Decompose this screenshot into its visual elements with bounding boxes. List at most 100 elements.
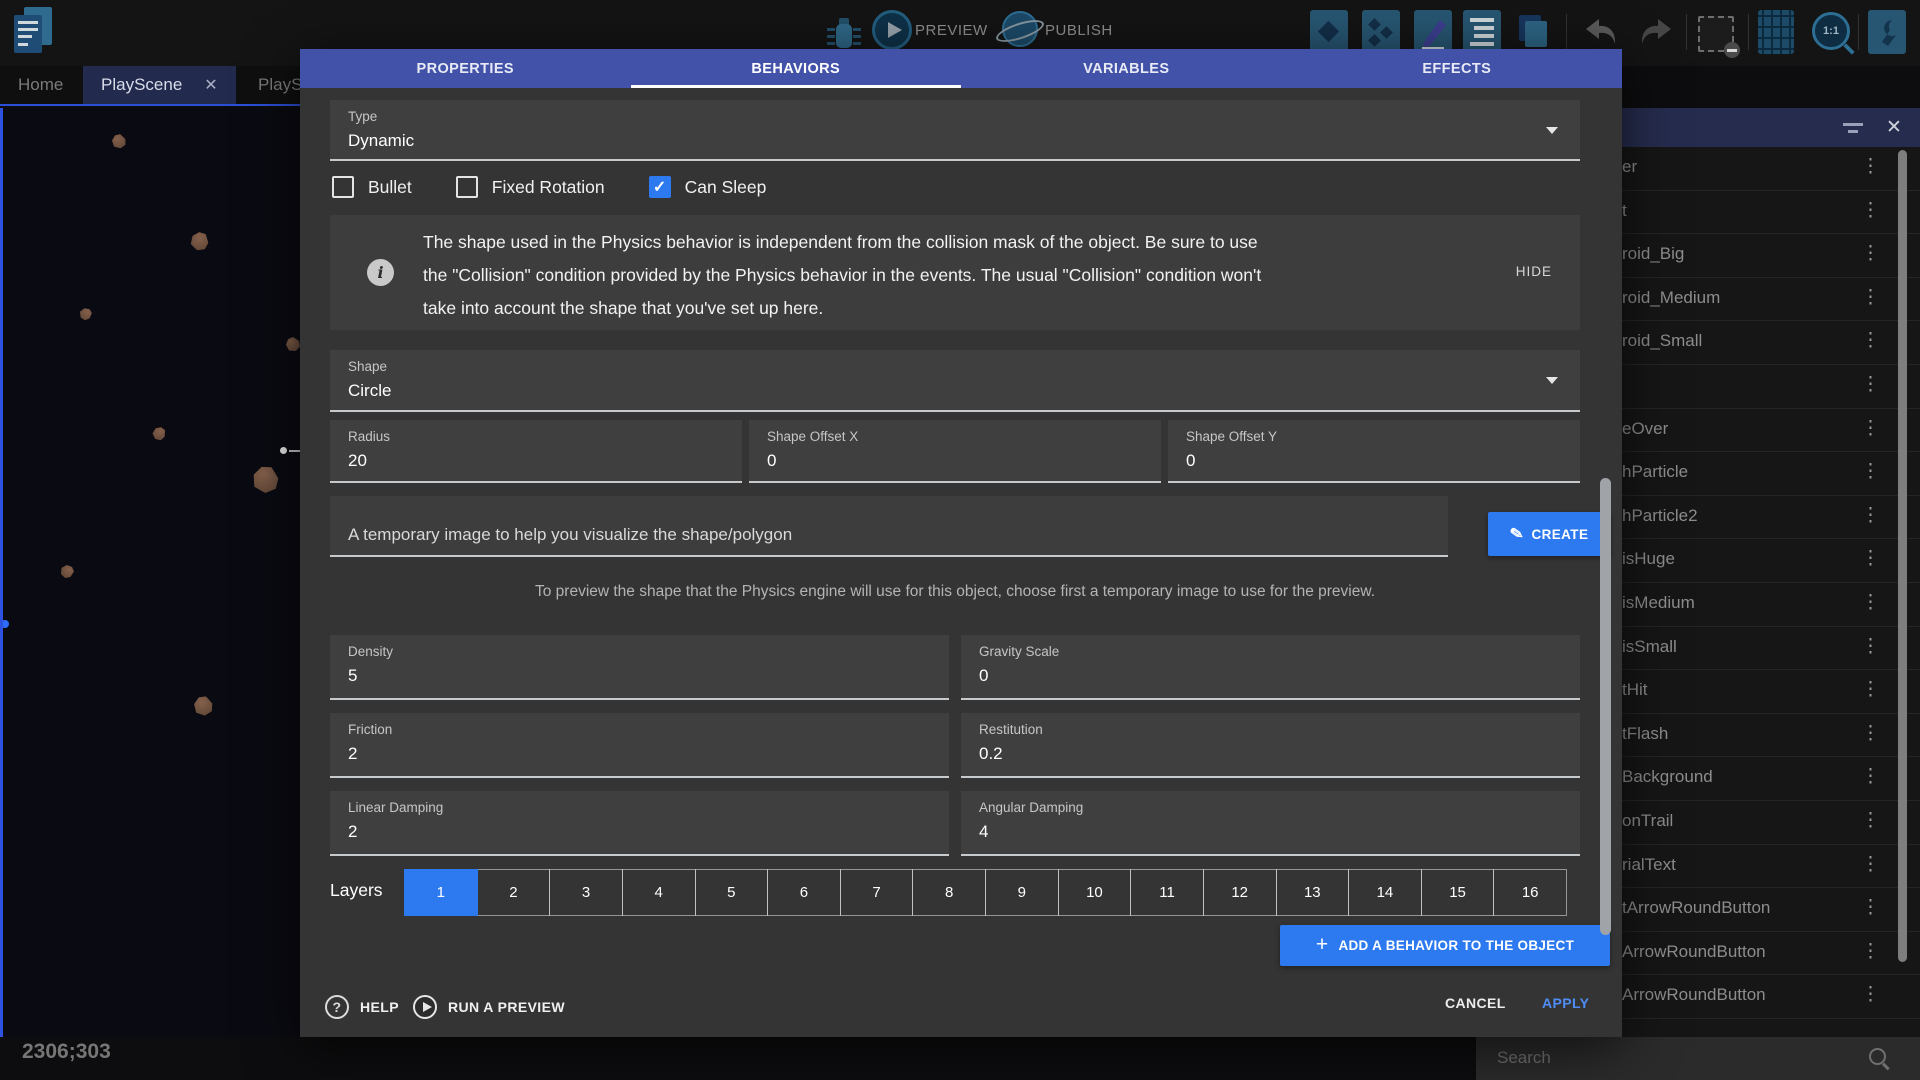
item-menu-icon[interactable]: ⋮ bbox=[1861, 504, 1880, 527]
publish-button[interactable]: PUBLISH bbox=[1045, 22, 1113, 39]
debug-icon[interactable] bbox=[827, 16, 861, 52]
search-bar[interactable]: Search bbox=[1476, 1037, 1920, 1080]
temporary-image-field[interactable]: A temporary image to help you visualize … bbox=[330, 496, 1448, 557]
layer-option-16[interactable]: 16 bbox=[1493, 869, 1567, 916]
density-field[interactable]: Density5 bbox=[330, 635, 949, 700]
info-line: the "Collision" condition provided by th… bbox=[423, 259, 1513, 292]
item-menu-icon[interactable]: ⋮ bbox=[1861, 722, 1880, 745]
setup-wrench-icon[interactable] bbox=[1868, 10, 1906, 54]
checkbox-group-bullet[interactable]: Bullet bbox=[332, 176, 412, 198]
project-manager-icon[interactable] bbox=[14, 7, 54, 53]
edit-scene-icon[interactable] bbox=[1414, 10, 1452, 54]
apply-button[interactable]: APPLY bbox=[1542, 995, 1589, 1011]
item-menu-icon[interactable]: ⋮ bbox=[1861, 460, 1880, 483]
publish-icon[interactable] bbox=[1002, 11, 1038, 47]
canvas-edge-handle[interactable] bbox=[1, 620, 9, 628]
run-preview-button[interactable]: RUN A PREVIEW bbox=[413, 995, 565, 1019]
shape-offset-x-field[interactable]: Shape Offset X0 bbox=[749, 420, 1161, 483]
layer-option-12[interactable]: 12 bbox=[1203, 869, 1277, 916]
layer-option-14[interactable]: 14 bbox=[1348, 869, 1422, 916]
fixed-rotation-checkbox[interactable] bbox=[456, 176, 478, 198]
item-menu-icon[interactable]: ⋮ bbox=[1861, 373, 1880, 396]
angular-damping-field[interactable]: Angular Damping4 bbox=[961, 791, 1580, 856]
layer-option-7[interactable]: 7 bbox=[840, 869, 914, 916]
item-menu-icon[interactable]: ⋮ bbox=[1861, 809, 1880, 832]
tab-playscene-2[interactable]: PlayS bbox=[240, 66, 300, 104]
item-menu-icon[interactable]: ⋮ bbox=[1861, 242, 1880, 265]
layer-option-4[interactable]: 4 bbox=[622, 869, 696, 916]
objects-group-icon[interactable] bbox=[1362, 10, 1400, 54]
mask-selection-icon[interactable] bbox=[1698, 16, 1734, 52]
gravity-scale-field[interactable]: Gravity Scale0 bbox=[961, 635, 1580, 700]
grid-icon[interactable] bbox=[1758, 10, 1794, 54]
layer-option-15[interactable]: 15 bbox=[1421, 869, 1495, 916]
scene-canvas[interactable] bbox=[0, 108, 303, 1037]
preview-icon[interactable] bbox=[872, 10, 912, 50]
item-menu-icon[interactable]: ⋮ bbox=[1861, 635, 1880, 658]
panel-scrollbar[interactable] bbox=[1898, 150, 1907, 962]
selection-handle[interactable] bbox=[280, 447, 287, 454]
dialog-tab-variables[interactable]: VARIABLES bbox=[961, 49, 1292, 88]
friction-field[interactable]: Friction2 bbox=[330, 713, 949, 778]
tab-home[interactable]: Home bbox=[0, 66, 81, 104]
can-sleep-checkbox[interactable]: ✓ bbox=[649, 176, 671, 198]
layers-selector: 12345678910111213141516 bbox=[405, 869, 1567, 916]
events-list-icon[interactable] bbox=[1463, 10, 1501, 54]
linear-damping-field[interactable]: Linear Damping2 bbox=[330, 791, 949, 856]
item-menu-icon[interactable]: ⋮ bbox=[1861, 155, 1880, 178]
cancel-button[interactable]: CANCEL bbox=[1445, 995, 1506, 1011]
item-menu-icon[interactable]: ⋮ bbox=[1861, 896, 1880, 919]
layer-option-3[interactable]: 3 bbox=[549, 869, 623, 916]
preview-button[interactable]: PREVIEW bbox=[915, 22, 988, 39]
object-name: roid_Big bbox=[1622, 244, 1684, 264]
shape-offset-y-field[interactable]: Shape Offset Y0 bbox=[1168, 420, 1580, 483]
item-menu-icon[interactable]: ⋮ bbox=[1861, 199, 1880, 222]
dialog-tab-behaviors[interactable]: BEHAVIORS bbox=[631, 49, 962, 88]
checkbox-group-can-sleep[interactable]: ✓Can Sleep bbox=[649, 176, 767, 198]
layer-option-2[interactable]: 2 bbox=[477, 869, 551, 916]
close-tab-icon[interactable]: ✕ bbox=[204, 75, 217, 95]
checkbox-group-fixed-rotation[interactable]: Fixed Rotation bbox=[456, 176, 605, 198]
dialog-tab-properties[interactable]: PROPERTIES bbox=[300, 49, 631, 88]
layers-icon[interactable] bbox=[1514, 10, 1552, 54]
filter-icon[interactable] bbox=[1843, 121, 1864, 135]
layer-option-11[interactable]: 11 bbox=[1130, 869, 1204, 916]
zoom-1-1-icon[interactable]: 1:1 bbox=[1812, 12, 1850, 50]
item-menu-icon[interactable]: ⋮ bbox=[1861, 286, 1880, 309]
layer-option-5[interactable]: 5 bbox=[695, 869, 769, 916]
layer-option-8[interactable]: 8 bbox=[912, 869, 986, 916]
layer-option-6[interactable]: 6 bbox=[767, 869, 841, 916]
layer-option-9[interactable]: 9 bbox=[985, 869, 1059, 916]
layer-option-13[interactable]: 13 bbox=[1276, 869, 1350, 916]
create-button[interactable]: ✎ CREATE bbox=[1488, 512, 1610, 556]
item-menu-icon[interactable]: ⋮ bbox=[1861, 417, 1880, 440]
shape-dropdown[interactable]: Shape Circle bbox=[330, 350, 1580, 412]
item-menu-icon[interactable]: ⋮ bbox=[1861, 765, 1880, 788]
item-menu-icon[interactable]: ⋮ bbox=[1861, 983, 1880, 1006]
hide-button[interactable]: HIDE bbox=[1516, 264, 1552, 279]
item-menu-icon[interactable]: ⋮ bbox=[1861, 853, 1880, 876]
item-menu-icon[interactable]: ⋮ bbox=[1861, 547, 1880, 570]
object-name: rialText bbox=[1622, 855, 1676, 875]
redo-icon[interactable] bbox=[1637, 16, 1675, 48]
close-panel-icon[interactable]: ✕ bbox=[1886, 116, 1902, 139]
tab-playscene[interactable]: PlayScene ✕ bbox=[83, 66, 236, 104]
layer-option-1[interactable]: 1 bbox=[404, 869, 478, 916]
help-button[interactable]: ? HELP bbox=[325, 995, 399, 1019]
dialog-scrollbar[interactable] bbox=[1600, 478, 1611, 935]
restitution-field[interactable]: Restitution0.2 bbox=[961, 713, 1580, 778]
plus-icon: + bbox=[1316, 933, 1329, 957]
item-menu-icon[interactable]: ⋮ bbox=[1861, 678, 1880, 701]
search-input[interactable]: Search bbox=[1497, 1048, 1551, 1068]
type-dropdown[interactable]: Type Dynamic bbox=[330, 100, 1580, 161]
undo-icon[interactable] bbox=[1582, 16, 1620, 48]
item-menu-icon[interactable]: ⋮ bbox=[1861, 329, 1880, 352]
object-icon[interactable] bbox=[1310, 10, 1348, 54]
dialog-tab-effects[interactable]: EFFECTS bbox=[1292, 49, 1623, 88]
item-menu-icon[interactable]: ⋮ bbox=[1861, 940, 1880, 963]
radius-field[interactable]: Radius20 bbox=[330, 420, 742, 483]
item-menu-icon[interactable]: ⋮ bbox=[1861, 591, 1880, 614]
bullet-checkbox[interactable] bbox=[332, 176, 354, 198]
layer-option-10[interactable]: 10 bbox=[1058, 869, 1132, 916]
add-behavior-button[interactable]: + ADD A BEHAVIOR TO THE OBJECT bbox=[1280, 925, 1610, 966]
